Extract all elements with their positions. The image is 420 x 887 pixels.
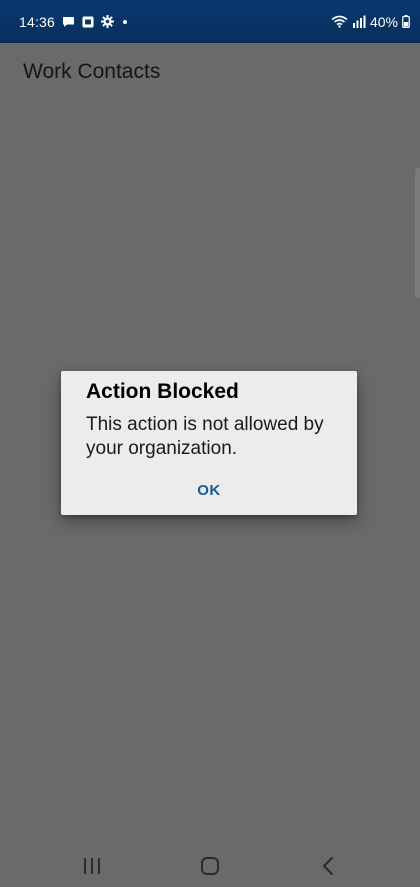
status-bar-left: 14:36	[19, 0, 129, 43]
home-icon	[200, 856, 220, 876]
dot-icon	[121, 18, 129, 26]
recents-button[interactable]	[62, 845, 122, 887]
battery-percent: 40%	[369, 13, 398, 30]
battery-icon	[402, 15, 410, 28]
signal-icon	[352, 15, 366, 28]
recents-icon	[82, 857, 102, 875]
scrollbar[interactable]	[415, 168, 420, 298]
wifi-icon	[331, 15, 348, 28]
outlook-icon	[82, 16, 94, 28]
action-blocked-dialog: Action Blocked This action is not allowe…	[61, 371, 357, 515]
dialog-message: This action is not allowed by your organ…	[86, 414, 324, 459]
page-title: Work Contacts	[23, 60, 161, 83]
dialog-title: Action Blocked	[86, 380, 239, 403]
status-bar: 14:36 40%	[0, 0, 420, 43]
back-button[interactable]	[298, 845, 358, 887]
gear-icon	[101, 15, 115, 28]
back-icon	[321, 856, 335, 876]
ok-button[interactable]: OK	[182, 474, 236, 506]
status-time: 14:36	[19, 13, 56, 30]
navigation-bar	[0, 845, 420, 887]
home-button[interactable]	[180, 845, 240, 887]
message-icon	[62, 16, 75, 28]
status-bar-right: 40%	[331, 0, 410, 43]
